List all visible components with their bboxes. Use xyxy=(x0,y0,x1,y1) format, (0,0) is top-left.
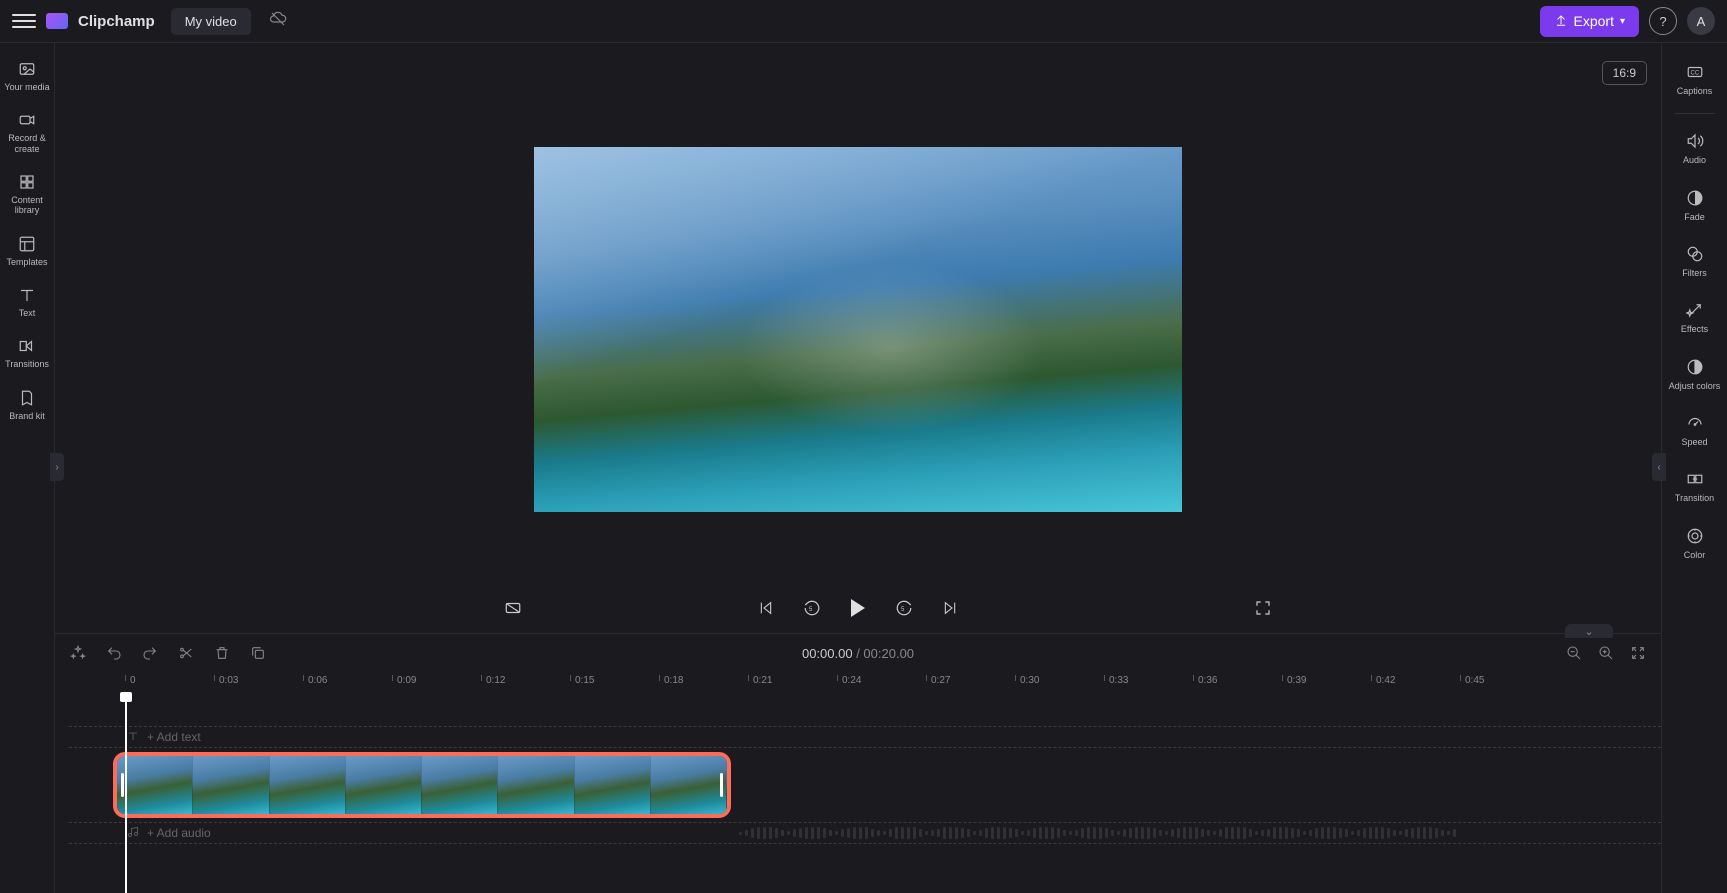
duplicate-button[interactable] xyxy=(249,644,267,662)
ruler-tick: 0:03 xyxy=(214,675,238,681)
templates-icon xyxy=(17,234,37,254)
hide-controls-button[interactable] xyxy=(503,598,523,618)
adjust-colors-icon xyxy=(1685,357,1705,377)
timeline-time-display: 00:00.00 / 00:20.00 xyxy=(802,646,914,661)
fit-timeline-button[interactable] xyxy=(1629,644,1647,662)
rewind-5-button[interactable]: 5 xyxy=(802,598,822,618)
fade-icon xyxy=(1685,188,1705,208)
help-button[interactable]: ? xyxy=(1649,7,1677,35)
rsb-item-adjust-colors[interactable]: Adjust colors xyxy=(1665,348,1725,400)
sidebar-item-record-create[interactable]: Record & create xyxy=(1,102,53,162)
menu-button[interactable] xyxy=(12,9,36,33)
play-button[interactable] xyxy=(848,598,868,618)
sidebar-item-templates[interactable]: Templates xyxy=(1,226,53,275)
ruler-tick: 0:12 xyxy=(481,675,505,681)
right-sidebar: ‹ CC Captions Audio Fade Filters Effects… xyxy=(1661,43,1727,893)
skip-forward-button[interactable] xyxy=(940,598,960,618)
ruler-tick: 0:36 xyxy=(1193,675,1217,681)
ruler-tick: 0 xyxy=(125,675,136,681)
preview-area: 16:9 5 5 xyxy=(55,43,1661,633)
svg-text:5: 5 xyxy=(901,607,905,613)
library-icon xyxy=(17,172,37,192)
record-icon xyxy=(17,110,37,130)
music-icon xyxy=(127,826,139,841)
sidebar-item-text[interactable]: Text xyxy=(1,277,53,326)
ruler-tick: 0:09 xyxy=(392,675,416,681)
rsb-item-transition[interactable]: Transition xyxy=(1665,460,1725,512)
audio-waveform-placeholder xyxy=(739,824,1651,842)
sidebar-item-transitions[interactable]: Transitions xyxy=(1,328,53,377)
rsb-item-captions[interactable]: CC Captions xyxy=(1665,53,1725,105)
ruler-tick: 0:27 xyxy=(926,675,950,681)
media-icon xyxy=(17,59,37,79)
ruler-tick: 0:42 xyxy=(1371,675,1395,681)
video-canvas[interactable] xyxy=(534,147,1182,512)
ruler-tick: 0:15 xyxy=(570,675,594,681)
chevron-down-icon: ▾ xyxy=(1620,16,1625,27)
add-text-track[interactable]: + Add text xyxy=(69,726,1661,748)
player-controls: 5 5 xyxy=(55,583,1661,633)
forward-5-button[interactable]: 5 xyxy=(894,598,914,618)
text-icon xyxy=(17,285,37,305)
filters-icon xyxy=(1685,244,1705,264)
captions-icon: CC xyxy=(1685,62,1705,82)
app-logo xyxy=(46,13,68,29)
transition-icon xyxy=(1685,469,1705,489)
timeline-ruler[interactable]: 0 0:03 0:06 0:09 0:12 0:15 0:18 0:21 0:24 0:27 0:3… xyxy=(69,672,1661,694)
ruler-tick: 0:18 xyxy=(659,675,683,681)
sidebar-item-content-library[interactable]: Content library xyxy=(1,164,53,224)
upload-icon xyxy=(1554,13,1568,30)
fullscreen-button[interactable] xyxy=(1253,598,1273,618)
export-button[interactable]: Export ▾ xyxy=(1540,6,1640,37)
add-audio-track[interactable]: + Add audio xyxy=(69,822,1661,844)
redo-button[interactable] xyxy=(141,644,159,662)
sidebar-item-your-media[interactable]: Your media xyxy=(1,51,53,100)
effects-icon xyxy=(1685,300,1705,320)
transitions-icon xyxy=(17,336,37,356)
rsb-item-filters[interactable]: Filters xyxy=(1665,235,1725,287)
video-title[interactable]: My video xyxy=(171,8,251,35)
skip-back-button[interactable] xyxy=(756,598,776,618)
audio-icon xyxy=(1685,131,1705,151)
rsb-item-color[interactable]: Color xyxy=(1665,517,1725,569)
ruler-tick: 0:24 xyxy=(837,675,861,681)
svg-text:CC: CC xyxy=(1690,70,1699,76)
ruler-tick: 0:30 xyxy=(1015,675,1039,681)
left-sidebar: Your media Record & create Content libra… xyxy=(0,43,55,893)
header: Clipchamp My video Export ▾ ? A xyxy=(0,0,1727,43)
split-button[interactable] xyxy=(177,644,195,662)
cloud-sync-icon[interactable] xyxy=(269,10,287,33)
timeline-panel: ⌄ 00:00.00 / 00:20.00 00:030:060:090:120… xyxy=(55,633,1661,893)
zoom-out-button[interactable] xyxy=(1565,644,1583,662)
timeline-tracks: + Add text + Add audio xyxy=(69,694,1661,893)
ruler-tick: 0:45 xyxy=(1460,675,1484,681)
rsb-expand-button[interactable]: ‹ xyxy=(1652,453,1666,481)
ruler-tick: 0:33 xyxy=(1104,675,1128,681)
video-clip-selected[interactable] xyxy=(113,752,731,818)
playhead[interactable] xyxy=(125,694,127,893)
delete-button[interactable] xyxy=(213,644,231,662)
brandkit-icon xyxy=(17,388,37,408)
aspect-ratio-button[interactable]: 16:9 xyxy=(1602,61,1647,85)
avatar[interactable]: A xyxy=(1687,7,1715,35)
ruler-tick: 0:39 xyxy=(1282,675,1306,681)
text-icon xyxy=(127,730,139,745)
sidebar-item-brand-kit[interactable]: Brand kit xyxy=(1,380,53,429)
ruler-tick: 0:21 xyxy=(748,675,772,681)
undo-button[interactable] xyxy=(105,644,123,662)
speed-icon xyxy=(1685,413,1705,433)
ruler-tick: 0:06 xyxy=(303,675,327,681)
app-name: Clipchamp xyxy=(78,13,155,30)
export-label: Export xyxy=(1574,13,1614,29)
rsb-item-speed[interactable]: Speed xyxy=(1665,404,1725,456)
auto-enhance-button[interactable] xyxy=(69,644,87,662)
color-icon xyxy=(1685,526,1705,546)
rsb-item-audio[interactable]: Audio xyxy=(1665,122,1725,174)
zoom-in-button[interactable] xyxy=(1597,644,1615,662)
rsb-item-fade[interactable]: Fade xyxy=(1665,179,1725,231)
svg-text:5: 5 xyxy=(809,607,813,613)
rsb-item-effects[interactable]: Effects xyxy=(1665,291,1725,343)
